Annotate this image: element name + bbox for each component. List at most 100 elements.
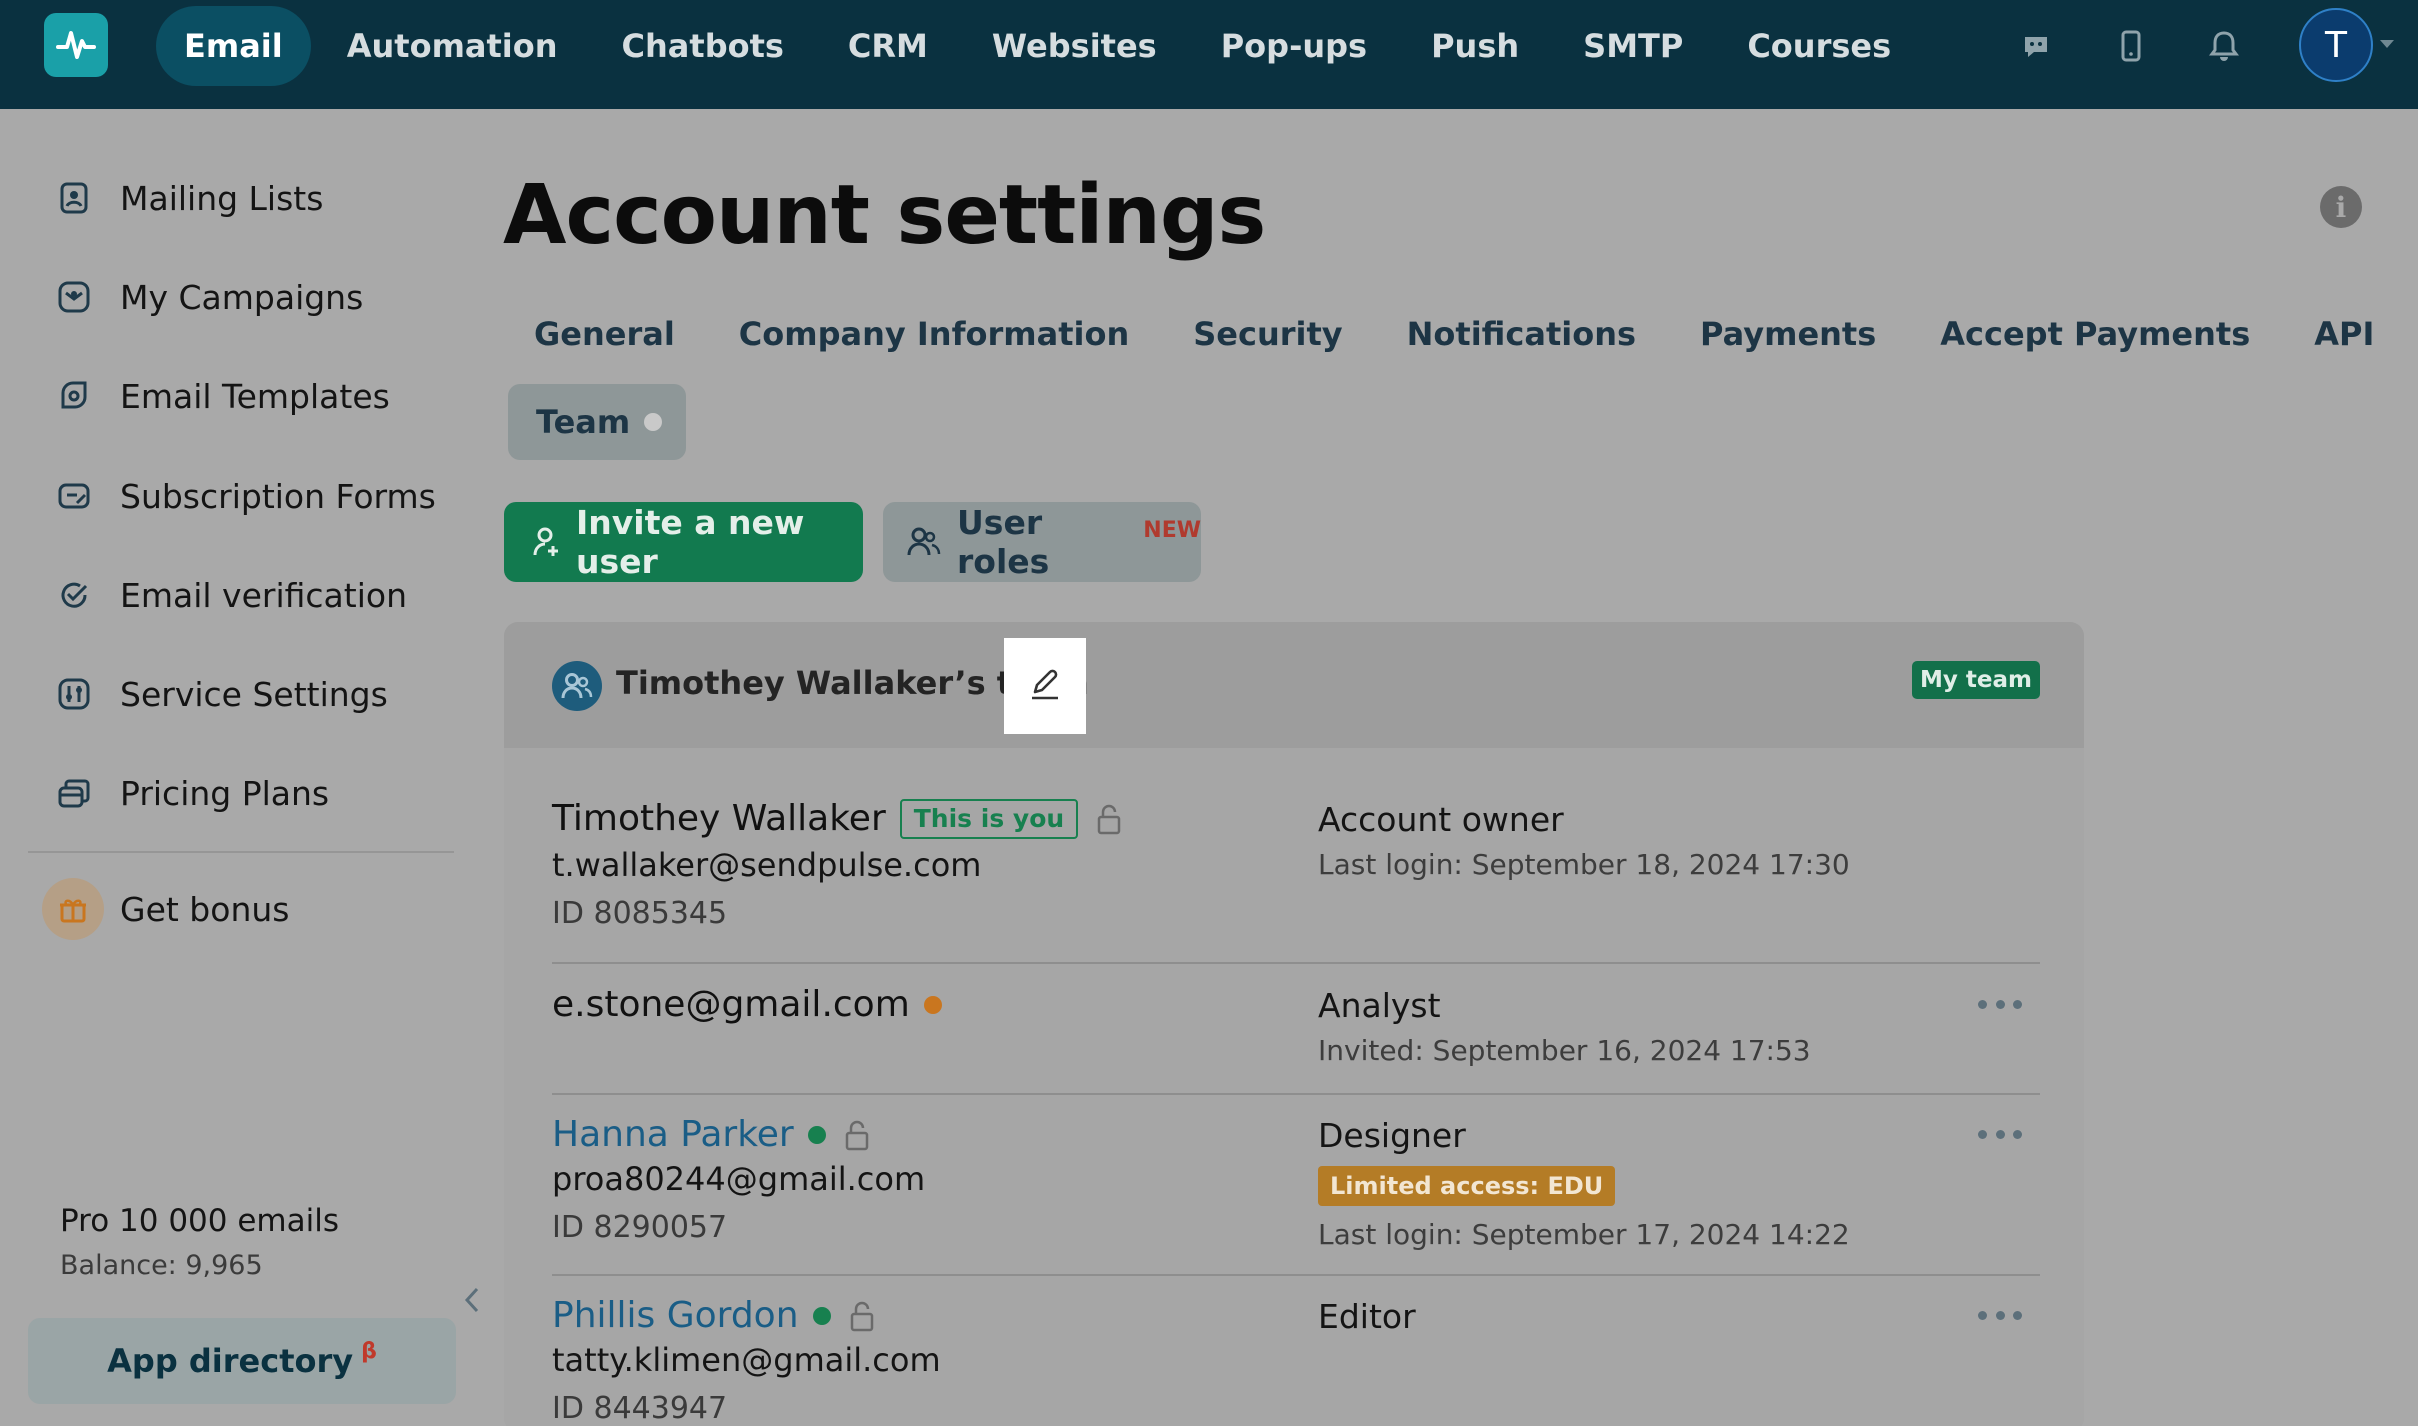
nav-websites[interactable]: Websites [964,6,1185,86]
member-role: Analyst [1318,986,1441,1025]
sidebar-item-get-bonus[interactable]: Get bonus [42,878,289,940]
app-directory-label: App directory [107,1342,354,1380]
row-divider [552,1274,2040,1276]
beta-badge: β [361,1338,377,1364]
check-circle-icon [50,571,98,619]
nav-smtp[interactable]: SMTP [1555,6,1711,86]
nav-popups[interactable]: Pop-ups [1193,6,1395,86]
member-role: Designer [1318,1116,1466,1155]
member-name-link[interactable]: Hanna Parker [552,1114,794,1155]
new-badge: NEW [1143,517,1201,543]
member-name-row: Hanna Parker [552,1114,872,1155]
tab-general[interactable]: General [506,302,703,366]
member-last-login: Last login: September 17, 2024 14:22 [1318,1218,1850,1251]
user-roles-label: User roles [957,503,1050,581]
user-avatar[interactable]: T [2299,8,2373,82]
cards-icon [50,769,98,817]
row-divider [552,1093,2040,1095]
member-email: t.wallaker@sendpulse.com [552,846,982,884]
pending-status-dot [923,995,942,1014]
edit-team-name-button[interactable] [1004,638,1086,734]
row-divider [552,962,2040,964]
nav-courses[interactable]: Courses [1719,6,1919,86]
member-name: Timothey Wallaker [552,798,886,839]
gift-icon [42,878,104,940]
campaign-icon [50,273,98,321]
limited-access-badge: Limited access: EDU [1318,1166,1616,1206]
tab-notifications[interactable]: Notifications [1379,302,1664,366]
tab-company-information[interactable]: Company Information [711,302,1157,366]
member-id: ID 8443947 [552,1391,728,1426]
member-row: Timothey Wallaker This is you t.wallaker… [552,798,2040,931]
tab-status-dot [644,413,663,431]
member-row: Hanna Parker proa80244@gmail.com ID 8290… [552,1114,2040,1264]
invite-user-label: Invite a new user [576,503,805,581]
tab-payments[interactable]: Payments [1672,302,1904,366]
unlock-icon [1094,802,1124,836]
more-options-button[interactable] [1978,994,2022,1014]
sidebar-item-label: My Campaigns [120,277,364,317]
member-name-row: Phillis Gordon [552,1295,877,1336]
online-status-dot [807,1125,826,1144]
member-last-login: Last login: September 18, 2024 17:30 [1318,848,1850,881]
sidebar-item-mailing-lists[interactable]: Mailing Lists [50,168,323,228]
pulse-logo-icon[interactable] [44,13,108,77]
tab-accept-payments[interactable]: Accept Payments [1912,302,2278,366]
nav-chatbots[interactable]: Chatbots [594,6,812,86]
bell-icon[interactable] [2204,26,2244,66]
nav-automation[interactable]: Automation [319,6,586,86]
top-navigation-bar: Email Automation Chatbots CRM Websites P… [0,0,2418,109]
nav-push[interactable]: Push [1403,6,1547,86]
online-status-dot [812,1306,831,1325]
chevron-down-icon[interactable] [2380,40,2394,48]
tab-security[interactable]: Security [1165,302,1370,366]
sidebar-item-subscription-forms[interactable]: Subscription Forms [50,466,436,526]
info-icon[interactable]: i [2320,186,2362,228]
member-email: tatty.klimen@gmail.com [552,1341,941,1379]
member-invited: Invited: September 16, 2024 17:53 [1318,1034,1811,1067]
sidebar-item-my-campaigns[interactable]: My Campaigns [50,267,363,327]
more-options-button[interactable] [1978,1305,2022,1325]
tab-api[interactable]: API [2286,302,2402,366]
sidebar-item-label: Service Settings [120,674,388,714]
chat-icon[interactable] [2016,26,2056,66]
plan-balance: Balance: 9,965 [60,1250,263,1281]
sidebar-item-email-templates[interactable]: Email Templates [50,366,390,426]
sidebar-item-label: Pricing Plans [120,773,330,813]
sidebar-item-label: Mailing Lists [120,178,324,218]
member-name-row: e.stone@gmail.com [552,984,942,1025]
member-email: proa80244@gmail.com [552,1160,926,1198]
users-icon [907,524,941,560]
member-row: Phillis Gordon tatty.klimen@gmail.com ID… [552,1295,2040,1426]
tab-team[interactable]: Team [508,384,686,460]
nav-crm[interactable]: CRM [820,6,956,86]
my-team-badge: My team [1912,661,2040,699]
more-options-button[interactable] [1978,1124,2022,1144]
template-icon [50,372,98,420]
nav-email[interactable]: Email [156,6,311,86]
user-roles-button[interactable]: User roles NEW [883,502,1201,582]
team-card-header: Timothey Wallaker’s team My team [504,622,2084,748]
invite-user-button[interactable]: Invite a new user [504,502,863,582]
member-name-row: Timothey Wallaker This is you [552,798,1124,839]
unlock-icon [847,1299,877,1333]
sidebar-item-email-verification[interactable]: Email verification [50,565,407,625]
sidebar-item-label: Email Templates [120,376,390,416]
this-is-you-badge: This is you [899,798,1079,839]
sidebar-divider [28,851,454,853]
member-role: Editor [1318,1297,1416,1336]
tab-team-label: Team [536,403,631,441]
unlock-icon [842,1118,872,1152]
app-directory-button[interactable]: App directory β [28,1318,456,1404]
member-row: e.stone@gmail.com Analyst Invited: Septe… [552,984,2040,1067]
sidebar-item-label: Email verification [120,575,407,615]
pencil-icon [1027,666,1063,706]
sidebar-item-pricing-plans[interactable]: Pricing Plans [50,763,329,823]
sidebar-item-service-settings[interactable]: Service Settings [50,664,388,724]
chevron-left-icon[interactable] [460,1284,484,1316]
plan-name: Pro 10 000 emails [60,1203,339,1239]
sidebar-item-label: Subscription Forms [120,476,436,516]
member-name-link[interactable]: Phillis Gordon [552,1295,799,1336]
contact-book-icon [50,174,98,222]
mobile-icon[interactable] [2111,26,2151,66]
